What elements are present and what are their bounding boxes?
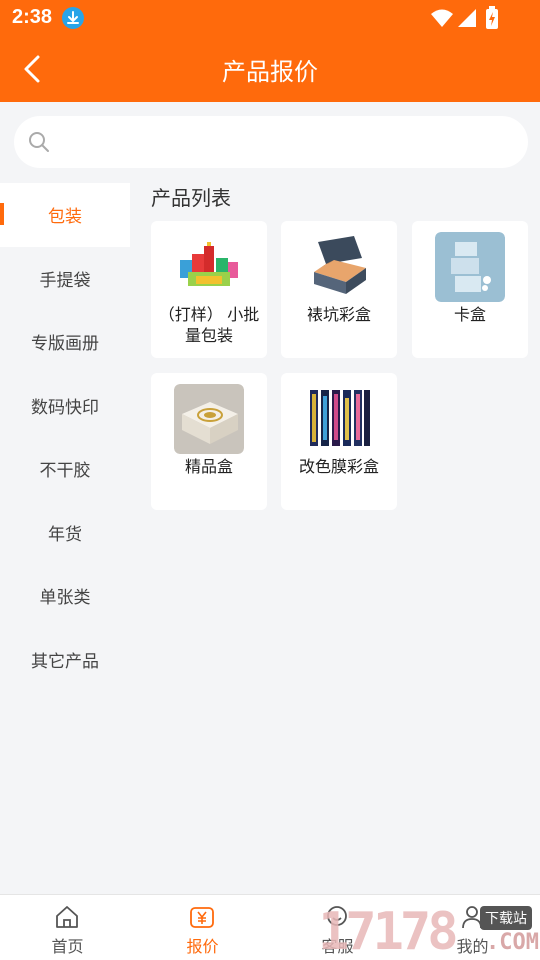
watermark-digits: 17178 (318, 902, 459, 960)
product-label: 精品盒 (184, 459, 233, 476)
download-icon (62, 7, 84, 29)
watermark-suffix: .COM (486, 930, 539, 955)
sidebar-item-new-year-goods[interactable]: 年货 (0, 501, 130, 565)
product-card[interactable]: 精品盒 (151, 373, 267, 510)
page-title: 产品报价 (222, 59, 318, 86)
watermark-tag: 下载站 (480, 906, 532, 930)
status-bar: 2:38 (0, 0, 540, 36)
site-watermark: 17178 下载站 .COM (318, 900, 540, 960)
product-label: （打样） 小批量包装 (158, 307, 260, 345)
product-card[interactable]: 裱坑彩盒 (281, 221, 397, 358)
search-icon (29, 132, 49, 152)
mailer-box-image (304, 232, 374, 302)
tab-label: 报价 (186, 939, 219, 956)
product-label: 裱坑彩盒 (306, 307, 371, 324)
packaging-assortment-image (174, 232, 244, 302)
tab-home[interactable]: 首页 (0, 895, 135, 960)
sidebar-item-handbags[interactable]: 手提袋 (0, 247, 130, 311)
search-input[interactable] (62, 126, 512, 158)
sidebar-item-other-products[interactable]: 其它产品 (0, 628, 130, 692)
product-label: 改色膜彩盒 (298, 459, 379, 476)
tab-label: 首页 (51, 939, 84, 956)
signal-icon (458, 9, 476, 27)
tab-quote[interactable]: 报价 (135, 895, 270, 960)
app-header: 2:38 产品报价 (0, 0, 540, 102)
sidebar-item-brochures[interactable]: 专版画册 (0, 310, 130, 374)
sidebar-item-digital-print[interactable]: 数码快印 (0, 374, 130, 438)
wifi-icon (431, 9, 453, 27)
card-box-image (435, 232, 505, 302)
product-label: 卡盒 (453, 307, 486, 324)
product-card[interactable]: 卡盒 (412, 221, 528, 358)
status-time: 2:38 (12, 6, 53, 28)
product-list-title: 产品列表 (151, 188, 231, 210)
product-card[interactable]: （打样） 小批量包装 (151, 221, 267, 358)
search-bar[interactable] (14, 116, 528, 168)
sidebar-item-packaging[interactable]: 包装 (0, 183, 130, 247)
color-film-box-image (304, 384, 374, 454)
product-card[interactable]: 改色膜彩盒 (281, 373, 397, 510)
gift-box-image (174, 384, 244, 454)
sidebar-item-single-sheets[interactable]: 单张类 (0, 564, 130, 628)
home-icon (56, 906, 78, 928)
battery-charging-icon (486, 6, 498, 29)
sidebar-item-stickers[interactable]: 不干胶 (0, 437, 130, 501)
quote-yen-icon (190, 907, 214, 928)
category-sidebar: 包装 手提袋 专版画册 数码快印 不干胶 年货 单张类 其它产品 (0, 183, 130, 894)
